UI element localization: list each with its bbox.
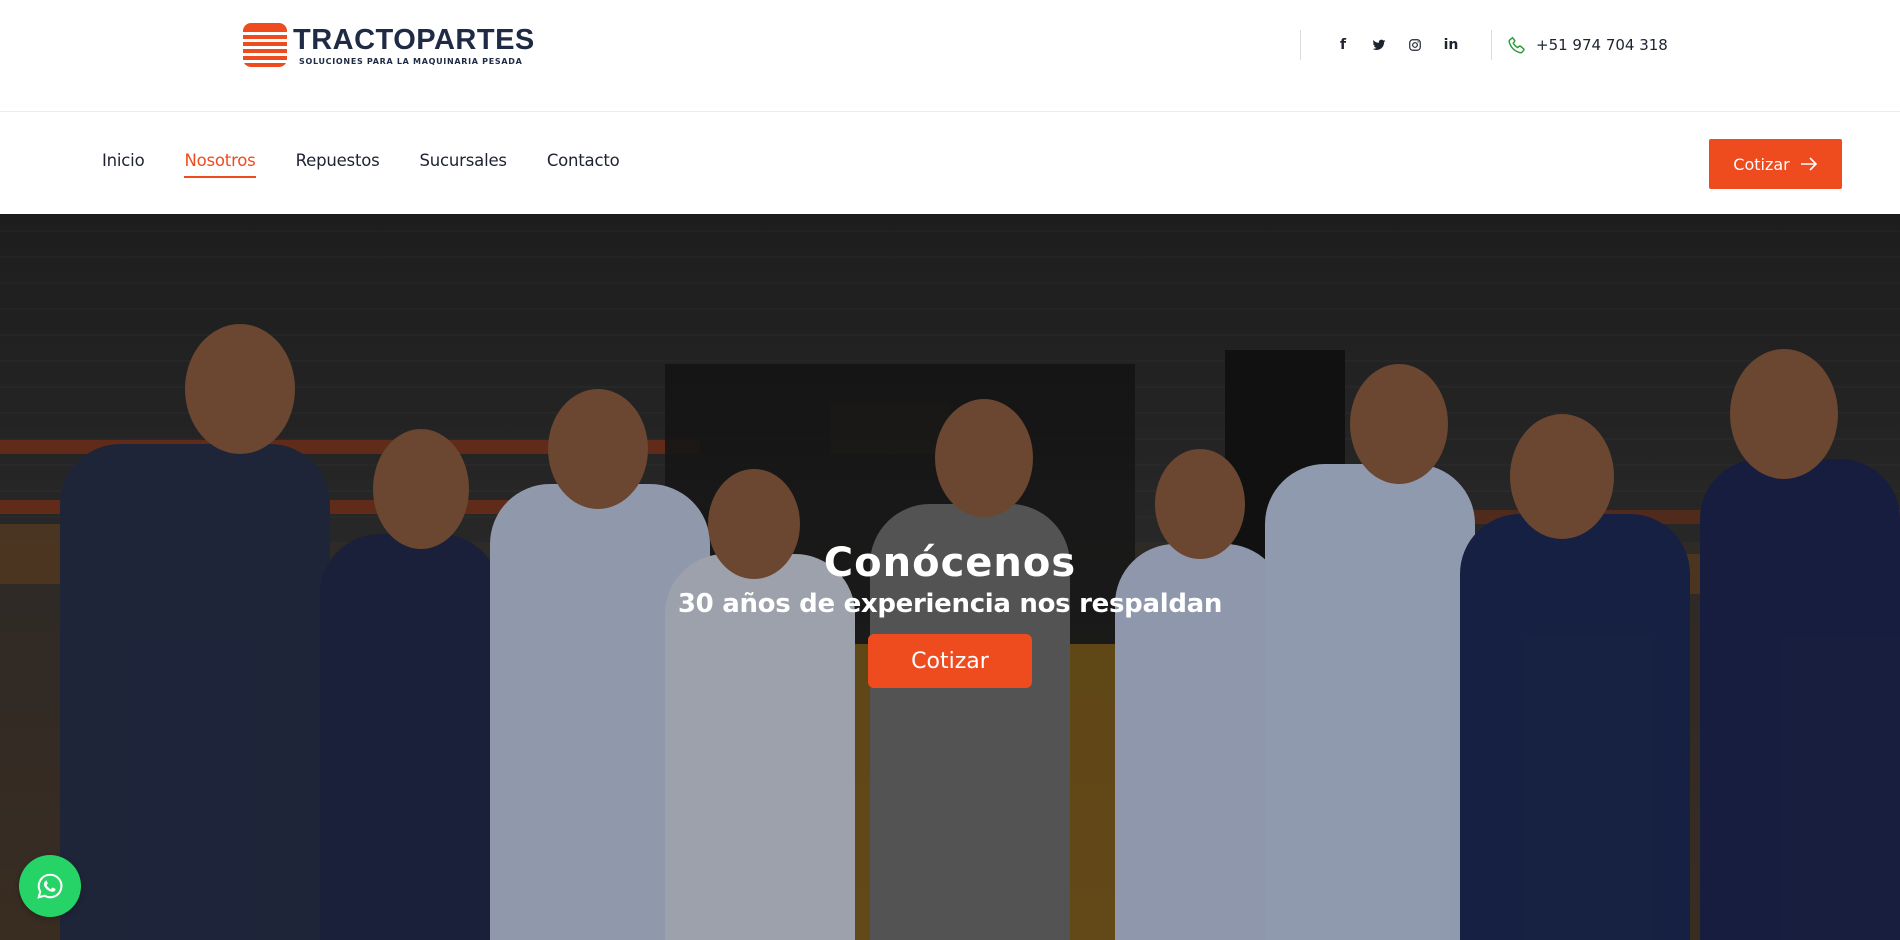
linkedin-icon: in [1443, 37, 1459, 53]
whatsapp-icon [37, 873, 63, 899]
social-links: f in [1300, 30, 1492, 60]
hero-cotizar-button[interactable]: Cotizar [868, 634, 1032, 688]
phone-contact[interactable]: +51 974 704 318 [1506, 30, 1668, 60]
twitter-link[interactable] [1361, 30, 1397, 60]
hero-subtitle: 30 años de experiencia nos respaldan [677, 589, 1223, 619]
logo-mark-icon [243, 23, 287, 67]
nav-item-sucursales[interactable]: Sucursales [420, 151, 507, 178]
facebook-icon: f [1339, 37, 1347, 53]
twitter-icon [1372, 39, 1386, 51]
main-nav: Inicio Nosotros Repuestos Sucursales Con… [0, 113, 1900, 214]
facebook-link[interactable]: f [1325, 30, 1361, 60]
top-header: TRACTOPARTES SOLUCIONES PARA LA MAQUINAR… [0, 0, 1900, 112]
logo-text: TRACTOPARTES SOLUCIONES PARA LA MAQUINAR… [293, 25, 535, 66]
nav-item-inicio[interactable]: Inicio [102, 151, 145, 178]
hero-content: Conócenos 30 años de experiencia nos res… [0, 540, 1900, 688]
brand-logo[interactable]: TRACTOPARTES SOLUCIONES PARA LA MAQUINAR… [243, 22, 543, 68]
brand-tagline: SOLUCIONES PARA LA MAQUINARIA PESADA [299, 56, 523, 66]
brand-name: TRACTOPARTES [293, 23, 535, 56]
instagram-link[interactable] [1397, 30, 1433, 60]
linkedin-link[interactable]: in [1433, 30, 1469, 60]
nav-links: Inicio Nosotros Repuestos Sucursales Con… [102, 151, 660, 178]
arrow-right-icon [1800, 157, 1817, 171]
phone-number: +51 974 704 318 [1536, 36, 1668, 54]
hero-banner: Conócenos 30 años de experiencia nos res… [0, 214, 1900, 940]
nav-item-nosotros[interactable]: Nosotros [184, 151, 256, 178]
phone-icon [1508, 36, 1525, 54]
cotizar-button[interactable]: Cotizar [1709, 139, 1842, 189]
hero-title: Conócenos [823, 540, 1077, 586]
whatsapp-button[interactable] [19, 855, 81, 917]
cotizar-button-label: Cotizar [1733, 154, 1790, 174]
instagram-icon [1409, 39, 1421, 51]
nav-item-contacto[interactable]: Contacto [547, 151, 620, 178]
nav-item-repuestos[interactable]: Repuestos [296, 151, 380, 178]
